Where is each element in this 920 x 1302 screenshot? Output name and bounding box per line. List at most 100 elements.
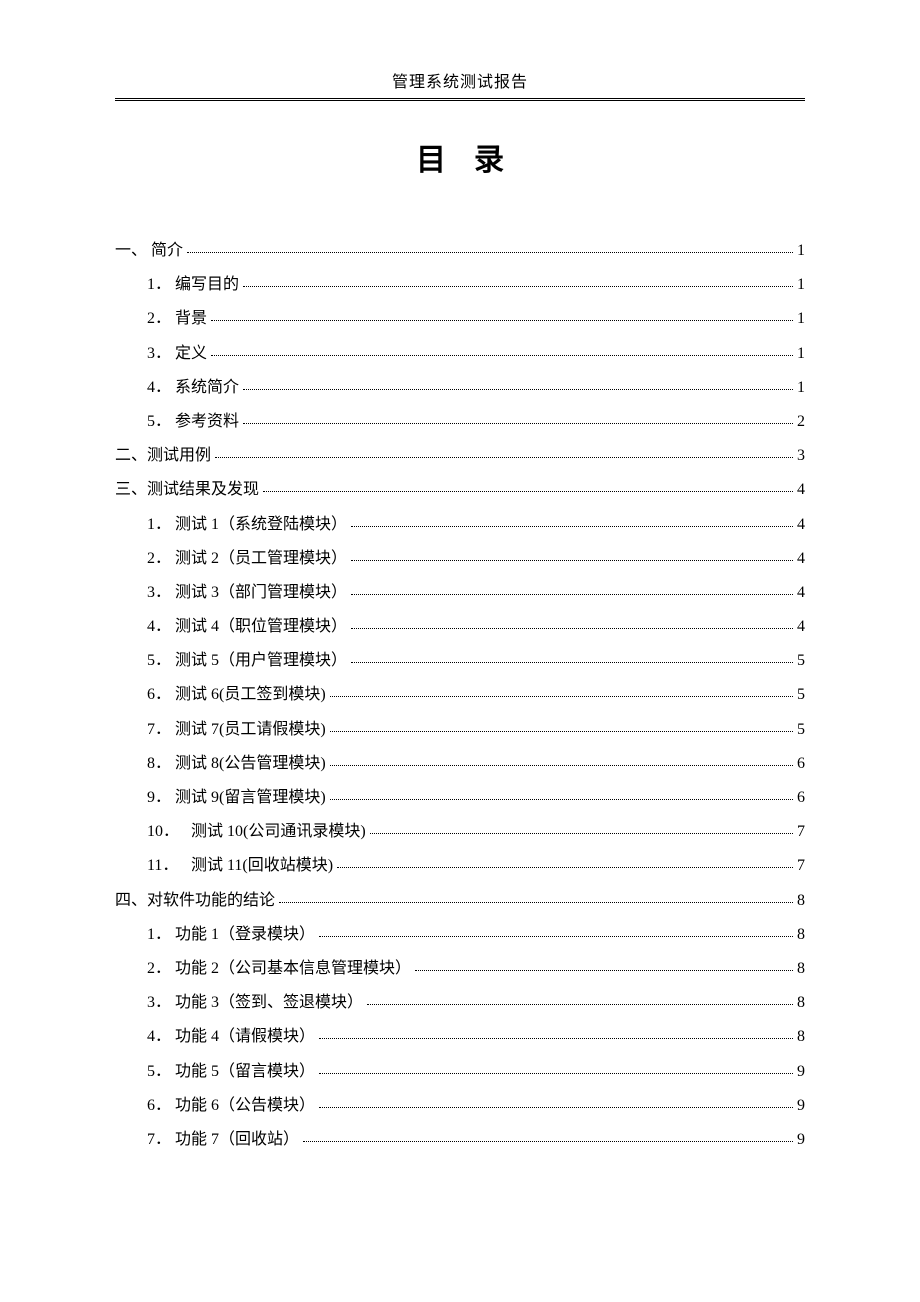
toc-entry-number: 11． [147, 858, 191, 874]
toc-entry-text: 简介 [151, 242, 183, 259]
toc-entry-label: 6．测试 6(员工签到模块) [147, 687, 326, 703]
toc-entry-label: 2．功能 2（公司基本信息管理模块） [147, 961, 411, 977]
toc-leader-dots [211, 355, 793, 356]
toc-entry: 2．背景1 [115, 311, 805, 327]
page-header: 管理系统测试报告 [115, 68, 805, 101]
toc-entry-text: 功能 6（公告模块） [175, 1097, 315, 1114]
toc-entry: 1．测试 1（系统登陆模块）4 [115, 517, 805, 533]
toc-entry: 6．功能 6（公告模块） 9 [115, 1098, 805, 1114]
toc-entry-page: 8 [797, 1029, 805, 1045]
toc-entry-page: 1 [797, 277, 805, 293]
toc-entry: 一、 简介 1 [115, 243, 805, 259]
toc-entry: 11．测试 11(回收站模块)7 [115, 858, 805, 874]
toc-entry-number: 6． [147, 1098, 175, 1114]
toc-leader-dots [351, 560, 793, 561]
toc-entry-page: 4 [797, 517, 805, 533]
toc-entry-number: 5． [147, 414, 175, 430]
toc-leader-dots [319, 936, 793, 937]
toc-entry-label: 7．功能 7（回收站） [147, 1132, 299, 1148]
toc-entry: 四、对软件功能的结论8 [115, 893, 805, 909]
toc-entry-number: 1． [147, 277, 175, 293]
toc-entry-label: 7．测试 7(员工请假模块) [147, 722, 326, 738]
toc-entry-text: 编写目的 [175, 276, 239, 293]
toc-entry-label: 5．功能 5（留言模块） [147, 1064, 315, 1080]
toc-entry-label: 3．定义 [147, 346, 207, 362]
toc-entry-number: 2． [147, 961, 175, 977]
toc-entry-label: 2．测试 2（员工管理模块） [147, 551, 347, 567]
toc-entry: 7．测试 7(员工请假模块) 5 [115, 722, 805, 738]
toc-entry-page: 9 [797, 1098, 805, 1114]
toc-entry-label: 9．测试 9(留言管理模块) [147, 790, 326, 806]
toc-entry: 1．编写目的 1 [115, 277, 805, 293]
toc-entry: 5．测试 5（用户管理模块）5 [115, 653, 805, 669]
toc-leader-dots [303, 1141, 793, 1142]
toc-leader-dots [351, 628, 793, 629]
toc-entry-text: 测试 5（用户管理模块） [175, 652, 347, 669]
toc-entry-text: 测试 9(留言管理模块) [175, 789, 326, 806]
toc-entry-label: 三、测试结果及发现 [115, 482, 259, 498]
toc-entry-number: 一、 [115, 242, 147, 259]
toc-entry: 4．测试 4（职位管理模块）4 [115, 619, 805, 635]
toc-entry: 4．功能 4（请假模块）8 [115, 1029, 805, 1045]
toc-entry-text: 测试 8(公告管理模块) [175, 755, 326, 772]
toc-entry: 二、测试用例3 [115, 448, 805, 464]
toc-entry: 8．测试 8(公告管理模块)6 [115, 756, 805, 772]
toc-entry-page: 3 [797, 448, 805, 464]
toc-entry: 三、测试结果及发现 4 [115, 482, 805, 498]
toc-entry-page: 2 [797, 414, 805, 430]
toc-entry-number: 四、 [115, 892, 147, 909]
toc-entry-page: 1 [797, 311, 805, 327]
toc-entry-page: 8 [797, 995, 805, 1011]
toc-entry-text: 测试 1（系统登陆模块） [175, 516, 347, 533]
toc-leader-dots [351, 662, 793, 663]
toc-entry-page: 1 [797, 346, 805, 362]
toc-leader-dots [337, 867, 793, 868]
toc-entry: 5．功能 5（留言模块） 9 [115, 1064, 805, 1080]
toc-entry-label: 6．功能 6（公告模块） [147, 1098, 315, 1114]
toc-entry-number: 6． [147, 687, 175, 703]
toc-entry-text: 参考资料 [175, 413, 239, 430]
toc-leader-dots [279, 902, 793, 903]
toc-entry-text: 系统简介 [175, 379, 239, 396]
toc-entry: 2．测试 2（员工管理模块）4 [115, 551, 805, 567]
toc-entry-page: 4 [797, 482, 805, 498]
toc-entry-number: 3． [147, 585, 175, 601]
toc-entry-page: 1 [797, 243, 805, 259]
toc-entry: 3．定义 1 [115, 346, 805, 362]
toc-entry-page: 5 [797, 722, 805, 738]
header-title: 管理系统测试报告 [115, 68, 805, 92]
toc-entry-number: 2． [147, 311, 175, 327]
toc-leader-dots [243, 423, 793, 424]
toc-entry-text: 功能 2（公司基本信息管理模块） [175, 960, 411, 977]
toc-entry-number: 8． [147, 756, 175, 772]
toc-entry-label: 四、对软件功能的结论 [115, 893, 275, 909]
toc-entry-page: 6 [797, 790, 805, 806]
toc-leader-dots [330, 696, 793, 697]
toc-entry-number: 二、 [115, 447, 147, 464]
table-of-contents: 一、 简介11．编写目的12．背景13．定义14．系统简介15．参考资料2二、测… [115, 243, 805, 1148]
toc-entry-text: 测试 10(公司通讯录模块) [191, 823, 366, 840]
toc-entry-page: 4 [797, 585, 805, 601]
toc-entry: 9．测试 9(留言管理模块) 6 [115, 790, 805, 806]
toc-entry-label: 3．功能 3（签到、签退模块） [147, 995, 363, 1011]
toc-entry-text: 对软件功能的结论 [147, 892, 275, 909]
toc-leader-dots [319, 1073, 793, 1074]
toc-entry-number: 10． [147, 824, 191, 840]
toc-leader-dots [243, 286, 793, 287]
toc-entry-text: 功能 4（请假模块） [175, 1028, 315, 1045]
toc-leader-dots [319, 1107, 793, 1108]
toc-entry-page: 1 [797, 380, 805, 396]
toc-entry-page: 8 [797, 961, 805, 977]
toc-entry-number: 5． [147, 1064, 175, 1080]
toc-entry-number: 3． [147, 346, 175, 362]
toc-entry: 3．功能 3（签到、签退模块） 8 [115, 995, 805, 1011]
toc-leader-dots [215, 457, 793, 458]
toc-entry-page: 9 [797, 1064, 805, 1080]
header-rule-thin [115, 100, 805, 101]
toc-leader-dots [415, 970, 793, 971]
toc-entry-text: 功能 3（签到、签退模块） [175, 994, 363, 1011]
toc-leader-dots [351, 526, 793, 527]
toc-title: 目录 [115, 135, 805, 179]
toc-entry-number: 1． [147, 927, 175, 943]
toc-entry-number: 5． [147, 653, 175, 669]
